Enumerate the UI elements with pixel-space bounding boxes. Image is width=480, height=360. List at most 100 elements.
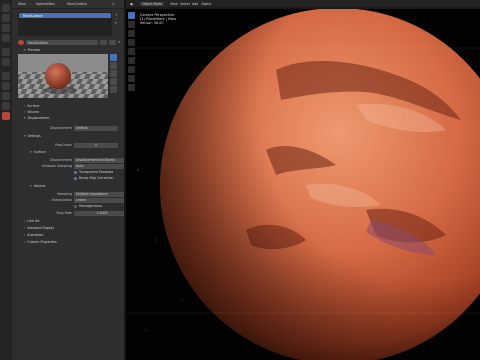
menu-view[interactable]: View bbox=[170, 2, 178, 6]
emission-sampling-value: Auto bbox=[76, 164, 84, 168]
material-name-text: MarsSurface bbox=[28, 40, 48, 45]
surface-displacement-label: Displacement bbox=[50, 158, 72, 162]
material-slot-selected[interactable]: MarsSurface bbox=[19, 13, 111, 18]
fake-user-button[interactable] bbox=[100, 40, 107, 45]
pass-index-field[interactable]: 0 bbox=[74, 142, 118, 148]
modifier-tab-icon[interactable] bbox=[2, 82, 10, 90]
physics-tab-icon[interactable] bbox=[2, 102, 10, 110]
add-cube-tool-icon[interactable] bbox=[128, 84, 135, 91]
duplicate-material-button[interactable] bbox=[109, 40, 116, 45]
section-preview[interactable]: ▾ Preview bbox=[24, 48, 40, 52]
menu-object[interactable]: Object bbox=[201, 2, 211, 6]
cursor-tool-icon[interactable] bbox=[128, 21, 135, 28]
section-settings-label: Settings bbox=[27, 134, 41, 138]
surface-displacement-dropdown[interactable]: Displacement and Bump bbox=[74, 157, 130, 163]
sensor-info: Sensor: 36.00 bbox=[140, 21, 164, 26]
slot-menu-icon[interactable]: ▾ bbox=[115, 21, 120, 25]
move-tool-icon[interactable] bbox=[128, 30, 135, 37]
world-tab-icon[interactable] bbox=[2, 58, 10, 66]
material-tab-icon[interactable] bbox=[2, 112, 10, 120]
breadcrumb-item[interactable]: SphereMars bbox=[36, 2, 55, 6]
section-volume-label: Volume bbox=[27, 110, 40, 114]
object-tab-icon[interactable] bbox=[2, 72, 10, 80]
section-settings[interactable]: ▾ Settings bbox=[24, 134, 41, 138]
volume-sampling-value: Multiple Importance bbox=[76, 192, 108, 196]
scene-tab-icon[interactable] bbox=[2, 48, 10, 56]
transparent-shadows-label: Transparent Shadows bbox=[79, 170, 114, 174]
section-volume[interactable]: › Volume bbox=[24, 110, 39, 114]
transform-tool-icon[interactable] bbox=[128, 57, 135, 64]
slot-buttons: + − ▾ bbox=[115, 13, 120, 33]
surface-displacement-value: Displacement and Bump bbox=[76, 158, 116, 162]
section-preview-label: Preview bbox=[27, 48, 41, 52]
preview-type-buttons bbox=[110, 54, 118, 93]
measure-tool-icon[interactable] bbox=[128, 75, 135, 82]
displacement-input-field[interactable]: Default bbox=[74, 125, 118, 131]
section-animation-label: Animation bbox=[27, 233, 44, 237]
section-displacement-label: Displacement bbox=[27, 116, 50, 120]
interpolation-value: Linear bbox=[76, 198, 86, 202]
rotate-tool-icon[interactable] bbox=[128, 39, 135, 46]
preview-cube-button[interactable] bbox=[110, 62, 117, 69]
bump-map-correction-label: Bump Map Correction bbox=[79, 176, 114, 180]
section-animation[interactable]: › Animation bbox=[24, 233, 44, 237]
bump-map-correction-checkbox[interactable] bbox=[74, 176, 77, 180]
subsection-surface[interactable]: ▾ Surface bbox=[30, 150, 46, 154]
volume-sampling-dropdown[interactable]: Multiple Importance bbox=[74, 191, 130, 197]
scale-tool-icon[interactable] bbox=[128, 48, 135, 55]
emission-sampling-label: Emission Sampling bbox=[41, 164, 72, 168]
mode-selector[interactable]: Object Mode bbox=[140, 1, 165, 6]
section-viewport-display[interactable]: › Viewport Display bbox=[24, 226, 54, 230]
section-displacement[interactable]: ▾ Displacement bbox=[24, 116, 50, 120]
render-tab-icon[interactable] bbox=[2, 14, 10, 22]
pass-index-value: 0 bbox=[94, 143, 98, 147]
interpolation-dropdown[interactable]: Linear bbox=[74, 197, 130, 203]
properties-editor: Mars › SphereMars › MarsSurface ⚲ MarsSu… bbox=[12, 0, 130, 360]
section-custom-properties[interactable]: › Custom Properties bbox=[24, 240, 57, 244]
homogeneous-label: Homogeneous bbox=[79, 204, 102, 208]
viewport-text-info: Camera Perspective (1) PlanetMars | Mars… bbox=[140, 13, 176, 26]
unlink-material-icon[interactable]: × bbox=[118, 40, 121, 44]
section-viewport-display-label: Viewport Display bbox=[27, 226, 55, 230]
section-surface[interactable]: › Surface bbox=[24, 104, 39, 108]
pass-index-label: Pass Index bbox=[55, 143, 72, 147]
output-tab-icon[interactable] bbox=[2, 24, 10, 32]
pin-icon[interactable]: ⚲ bbox=[112, 2, 114, 6]
breadcrumb-item[interactable]: MarsSurface bbox=[67, 2, 87, 6]
preview-sphere-button[interactable] bbox=[110, 54, 117, 61]
editor-type-icon[interactable]: ▣ bbox=[130, 2, 133, 6]
transparent-shadows-checkbox[interactable] bbox=[74, 170, 77, 174]
view-layer-tab-icon[interactable] bbox=[2, 34, 10, 42]
section-custom-properties-label: Custom Properties bbox=[27, 240, 57, 244]
step-rate-field[interactable]: 1.0000 bbox=[74, 210, 130, 216]
emission-sampling-dropdown[interactable]: Auto bbox=[74, 163, 130, 169]
subsection-surface-label: Surface bbox=[33, 150, 46, 154]
material-sphere-icon bbox=[18, 40, 24, 45]
breadcrumb-item[interactable]: Mars bbox=[18, 2, 26, 6]
breadcrumb-separator: › bbox=[61, 2, 63, 6]
step-rate-value: 1.0000 bbox=[96, 211, 108, 215]
material-name-field[interactable]: MarsSurface bbox=[26, 40, 98, 45]
volume-sampling-label: Sampling bbox=[57, 192, 72, 196]
step-rate-label: Step Rate bbox=[56, 211, 72, 215]
toolbar bbox=[128, 12, 136, 93]
preview-cloth-button[interactable] bbox=[110, 86, 117, 93]
subsection-volume-label: Volume bbox=[33, 184, 46, 188]
mars-render bbox=[126, 0, 480, 360]
preview-render bbox=[18, 54, 108, 98]
subsection-volume[interactable]: ▾ Volume bbox=[30, 184, 45, 188]
select-box-tool-icon[interactable] bbox=[128, 12, 135, 19]
preview-hair-button[interactable] bbox=[110, 70, 117, 77]
breadcrumb-separator: › bbox=[30, 2, 32, 6]
3d-viewport[interactable]: ▣ Object Mode View Select Add Object Cam… bbox=[126, 0, 480, 360]
particles-tab-icon[interactable] bbox=[2, 92, 10, 100]
annotate-tool-icon[interactable] bbox=[128, 66, 135, 73]
tool-tab-icon[interactable] bbox=[2, 4, 10, 12]
displacement-input-label: Displacement bbox=[50, 126, 72, 130]
section-line-art[interactable]: › Line Art bbox=[24, 219, 40, 223]
menu-add[interactable]: Add bbox=[192, 2, 198, 6]
menu-select[interactable]: Select bbox=[180, 2, 190, 6]
homogeneous-checkbox[interactable] bbox=[74, 204, 77, 208]
displacement-input-value: Default bbox=[76, 126, 88, 130]
preview-world-button[interactable] bbox=[110, 78, 117, 85]
